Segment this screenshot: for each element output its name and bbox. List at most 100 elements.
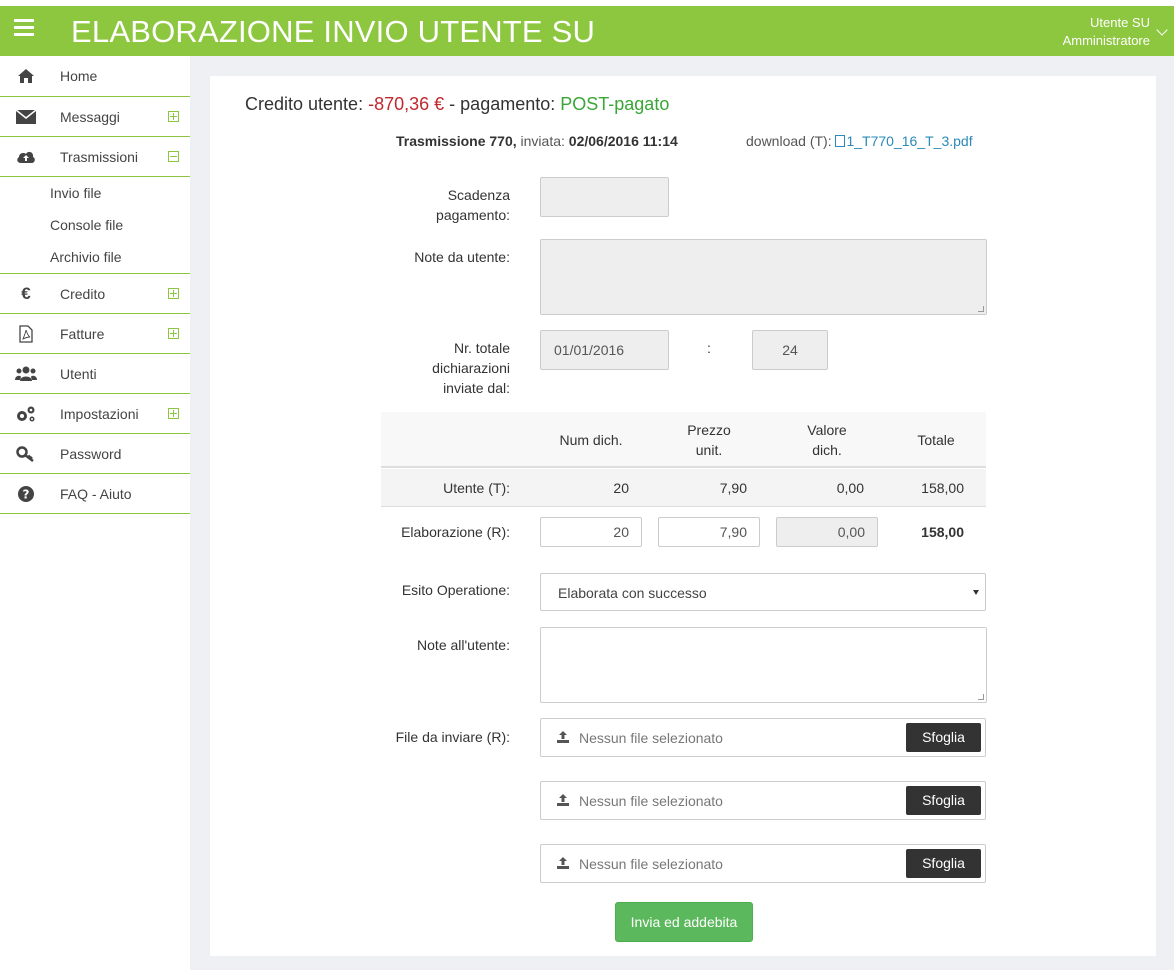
caret-down-icon [973,590,979,595]
sidebar-item-label: Impostazioni [60,405,139,422]
table-row: Utente (T): 20 7,90 0,00 158,00 [381,469,986,507]
sidebar-subitem-console-file[interactable]: Console file [0,209,190,241]
sidebar-subitem-archivio-file[interactable]: Archivio file [0,241,190,273]
hamburger-menu-icon[interactable] [14,19,34,41]
top-header: ELABORAZIONE INVIO UTENTE SU Utente SU A… [0,6,1174,56]
sidebar-item-impostazioni[interactable]: Impostazioni [0,394,190,434]
note-all-textarea[interactable] [540,627,987,703]
sidebar-item-label: FAQ - Aiuto [60,485,132,502]
sidebar-item-faq[interactable]: ? FAQ - Aiuto [0,474,190,514]
sidebar-item-password[interactable]: Password [0,434,190,474]
row-utente-totale: 158,00 [921,480,964,496]
chevron-down-icon[interactable] [1156,24,1168,36]
col-prezzo-line2: unit. [695,442,723,458]
elab-num-input[interactable]: 20 [540,517,642,547]
col-valore-dich: Valore dich. [777,420,877,460]
browse-button[interactable]: Sfoglia [906,723,981,752]
sidebar-item-label: Utenti [60,365,97,382]
sidebar-item-utenti[interactable]: Utenti [0,354,190,394]
question-icon: ? [15,484,37,504]
col-num-dich: Num dich. [559,432,623,448]
sent-date: 02/06/2016 11:14 [568,133,678,149]
sidebar-item-label: Fatture [60,325,105,342]
sidebar-item-trasmissioni[interactable]: Trasmissioni [0,137,190,177]
col-prezzo-line1: Prezzo [687,422,731,438]
payment-separator: - pagamento: [449,94,556,114]
note-utente-textarea [540,239,987,315]
submit-button[interactable]: Invia ed addebita [615,902,753,942]
sidebar-item-label: Password [60,445,122,462]
file-placeholder: Nessun file selezionato [579,856,723,872]
sidebar: Home Messaggi Trasmissioni Invio file Co… [0,56,190,970]
download-label: download (T): [746,133,832,149]
elab-valore-field: 0,00 [776,517,878,547]
expand-plus-icon[interactable] [168,408,179,419]
file-placeholder: Nessun file selezionato [579,730,723,746]
nr-label-line3: inviate dal: [443,380,510,396]
envelope-icon [15,107,37,127]
resize-handle-icon[interactable] [978,694,984,700]
sent-label: inviata: [520,133,565,149]
sidebar-item-label: Trasmissioni [60,148,139,165]
download-link[interactable]: 1_T770_16_T_3.pdf [835,133,973,149]
credit-label: Credito utente: [245,94,364,114]
credit-summary: Credito utente: -870,36 € - pagamento: P… [245,94,669,115]
users-icon [15,364,37,384]
note-all-label: Note all'utente: [417,637,510,653]
expand-plus-icon[interactable] [168,288,179,299]
col-prezzo-unit: Prezzo unit. [659,420,759,460]
pdf-file-icon [835,135,846,147]
row-elab-label: Elaborazione (R): [401,524,510,540]
browse-button[interactable]: Sfoglia [906,786,981,815]
nr-date-field: 01/01/2016 [540,330,669,370]
sidebar-item-credito[interactable]: € Credito [0,274,190,314]
page-title: ELABORAZIONE INVIO UTENTE SU [71,14,596,49]
upload-icon [557,857,569,869]
expand-plus-icon[interactable] [168,111,179,122]
file-label: File da inviare (R): [395,729,510,745]
file-input-1[interactable]: Nessun file selezionato Sfoglia [540,718,986,757]
row-utente-num: 20 [613,480,629,496]
pdf-file-icon [15,324,37,344]
sidebar-item-fatture[interactable]: Fatture [0,314,190,354]
esito-select[interactable]: Elaborata con successo [540,573,986,611]
row-utente-prezzo: 7,90 [719,480,747,496]
esito-selected-value: Elaborata con successo [558,585,707,601]
scadenza-label-line2: pagamento: [436,207,510,223]
transmission-name: Trasmissione 770, [396,133,517,149]
row-utente-label: Utente (T): [443,480,510,496]
sidebar-item-messaggi[interactable]: Messaggi [0,97,190,137]
cloud-upload-icon [15,147,37,167]
user-role: Amministratore [1062,33,1150,48]
user-menu[interactable]: Utente SU Amministratore [1063,14,1150,50]
sidebar-item-label: Credito [60,285,106,302]
transmission-info: Trasmissione 770, inviata: 02/06/2016 11… [396,133,678,149]
expand-plus-icon[interactable] [168,328,179,339]
browse-button[interactable]: Sfoglia [906,849,981,878]
submenu-trasmissioni: Invio file Console file Archivio file [0,177,190,274]
user-name: Utente SU [1090,15,1150,30]
esito-label: Esito Operatione: [401,582,510,598]
nr-count-field: 24 [752,330,828,370]
gears-icon [15,404,37,424]
content-card [210,76,1156,956]
svg-text:?: ? [23,487,30,501]
sidebar-subitem-invio-file[interactable]: Invio file [0,177,190,209]
resize-handle-icon[interactable] [978,306,984,312]
sidebar-item-label: Messaggi [60,108,120,125]
upload-icon [557,731,569,743]
euro-icon: € [21,283,31,303]
nr-totale-label: Nr. totale dichiarazioni inviate dal: [380,338,510,398]
col-totale: Totale [917,432,955,448]
file-placeholder: Nessun file selezionato [579,793,723,809]
nr-label-line2: dichiarazioni [432,360,510,376]
note-utente-label: Note da utente: [414,249,510,265]
collapse-minus-icon[interactable] [168,151,179,162]
file-input-3[interactable]: Nessun file selezionato Sfoglia [540,844,986,883]
download-info: download (T): 1_T770_16_T_3.pdf [746,133,973,149]
elab-prezzo-input[interactable]: 7,90 [658,517,760,547]
sidebar-item-home[interactable]: Home [0,56,190,97]
nr-label-line1: Nr. totale [453,340,510,356]
scadenza-label: Scadenza pagamento: [400,185,510,225]
file-input-2[interactable]: Nessun file selezionato Sfoglia [540,781,986,820]
